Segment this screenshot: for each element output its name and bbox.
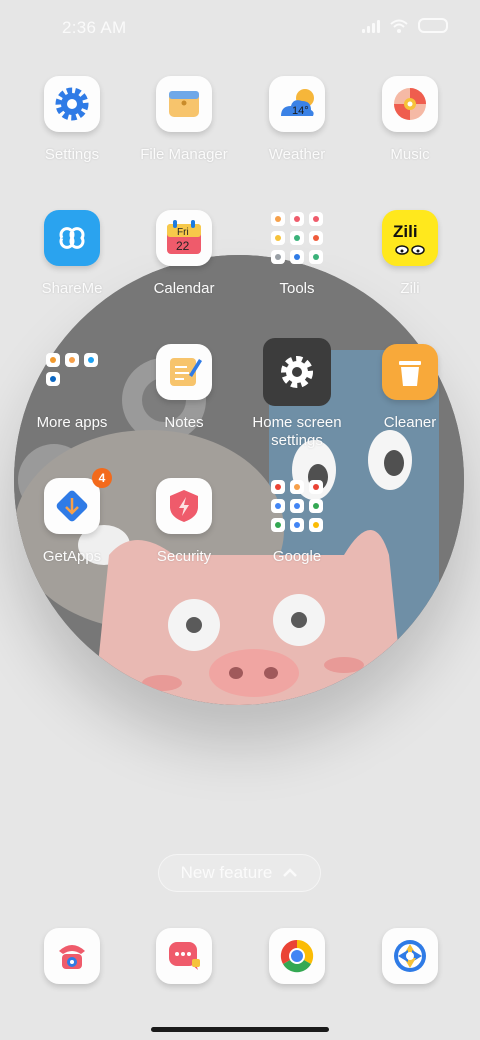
- app-label: Home screen settings: [252, 414, 342, 449]
- dock-camera[interactable]: [350, 928, 470, 984]
- messages-icon: [156, 928, 212, 984]
- battery-icon: [418, 18, 448, 33]
- app-label: Calendar: [153, 280, 215, 297]
- app-label: ShareMe: [41, 280, 103, 297]
- gear-icon: [263, 338, 331, 406]
- app-label: More apps: [36, 414, 108, 431]
- app-getapps[interactable]: 4 GetApps: [12, 468, 132, 566]
- app-home-screen-settings[interactable]: Home screen settings: [237, 338, 357, 450]
- status-bar: 2:36 AM: [0, 0, 480, 56]
- more-apps-folder-icon: [44, 344, 100, 400]
- app-label: Notes: [164, 414, 204, 431]
- dock-phone[interactable]: [12, 928, 132, 984]
- chrome-icon: [269, 928, 325, 984]
- app-weather[interactable]: 14° Weather: [237, 76, 357, 164]
- camera-icon: [382, 928, 438, 984]
- app-zili[interactable]: Zili Zili: [350, 210, 470, 298]
- new-feature-label: New feature: [180, 863, 273, 882]
- wifi-icon: [390, 19, 408, 33]
- settings-icon: [44, 76, 100, 132]
- svg-text:22: 22: [176, 239, 190, 253]
- app-label: Cleaner: [383, 414, 437, 431]
- app-settings[interactable]: Settings: [12, 76, 132, 164]
- app-security[interactable]: Security: [124, 478, 244, 566]
- folder-more-apps[interactable]: More apps: [12, 344, 132, 432]
- app-notes[interactable]: Notes: [124, 344, 244, 432]
- dock-messages[interactable]: [124, 928, 244, 984]
- app-label: Weather: [268, 146, 326, 163]
- phone-icon: [44, 928, 100, 984]
- app-label: Google: [272, 548, 322, 565]
- weather-icon: 14°: [269, 76, 325, 132]
- signal-icon: [362, 19, 380, 33]
- app-label: Tools: [279, 280, 315, 297]
- svg-text:14°: 14°: [292, 105, 309, 117]
- new-feature-button[interactable]: New feature: [158, 854, 321, 892]
- app-label: GetApps: [42, 548, 102, 565]
- status-time: 2:36 AM: [62, 18, 127, 37]
- music-icon: [382, 76, 438, 132]
- app-cleaner[interactable]: Cleaner: [350, 344, 470, 432]
- cleaner-icon: [382, 344, 438, 400]
- app-label: Settings: [44, 146, 100, 163]
- app-shareme[interactable]: ShareMe: [12, 210, 132, 298]
- dock-chrome[interactable]: [237, 928, 357, 984]
- notification-badge: 4: [92, 468, 112, 488]
- chevron-up-icon: [283, 868, 298, 877]
- svg-text:Zili: Zili: [393, 222, 418, 241]
- google-folder-icon: [269, 478, 325, 534]
- security-shield-icon: [156, 478, 212, 534]
- svg-text:Fri: Fri: [177, 227, 189, 238]
- file-manager-icon: [156, 76, 212, 132]
- zili-icon: Zili: [382, 210, 438, 266]
- app-file-manager[interactable]: File Manager: [124, 76, 244, 164]
- app-label: Music: [390, 146, 430, 163]
- home-indicator[interactable]: [151, 1027, 329, 1032]
- getapps-icon: [44, 478, 100, 534]
- folder-tools[interactable]: Tools: [237, 210, 357, 298]
- calendar-icon: Fri 22: [156, 210, 212, 266]
- app-label: File Manager: [140, 146, 228, 163]
- shareme-icon: [44, 210, 100, 266]
- notes-icon: [156, 344, 212, 400]
- folder-google[interactable]: Google: [237, 478, 357, 566]
- tools-folder-icon: [269, 210, 325, 266]
- app-music[interactable]: Music: [350, 76, 470, 164]
- app-calendar[interactable]: Fri 22 Calendar: [124, 210, 244, 298]
- status-icons: [362, 18, 448, 33]
- app-label: Zili: [400, 280, 420, 297]
- app-label: Security: [156, 548, 212, 565]
